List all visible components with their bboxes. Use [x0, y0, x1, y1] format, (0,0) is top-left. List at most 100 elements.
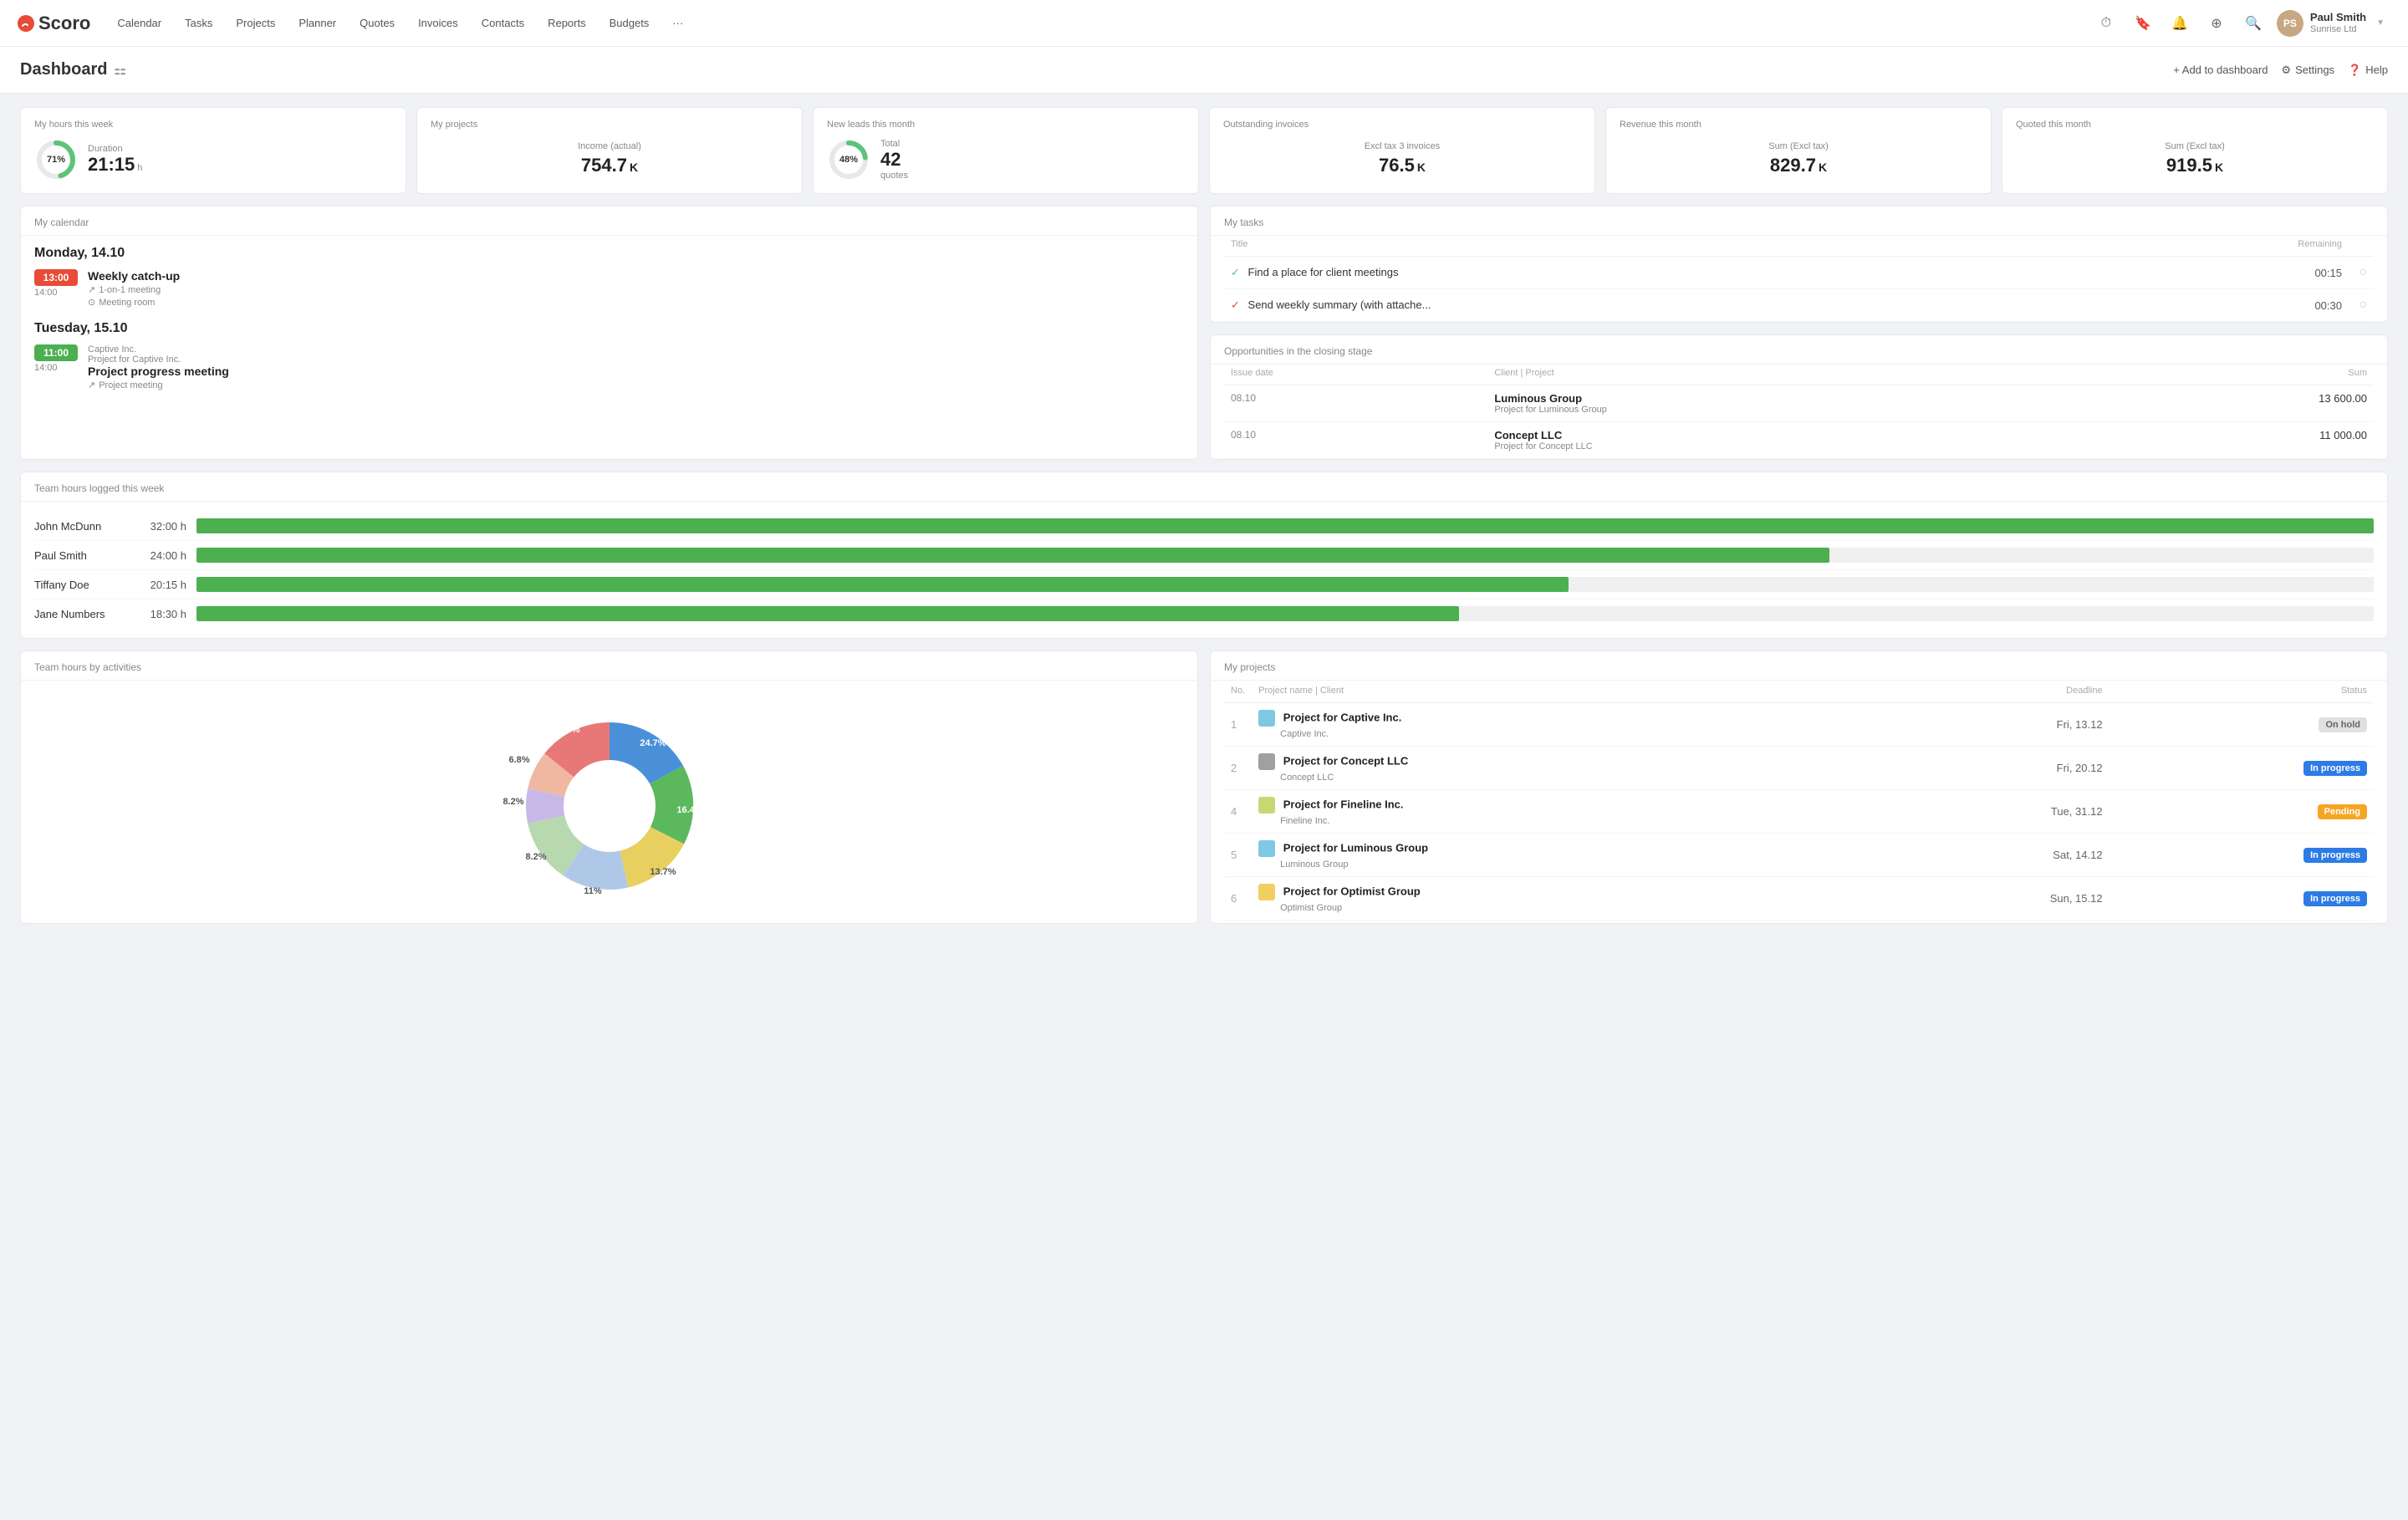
proj-deadline-2: Fri, 20.12 [1882, 747, 2110, 790]
projects-panel-title: My projects [1211, 651, 2387, 681]
revenue-value: 829.7 [1770, 155, 1816, 176]
table-row[interactable]: ✓ Send weekly summary (with attache... 0… [1224, 289, 2374, 322]
proj-status-1: On hold [2110, 703, 2374, 747]
event-time-end: 14:00 [34, 288, 78, 298]
hours-donut: 71% [34, 138, 78, 181]
stat-card-revenue-title: Revenue this month [1620, 120, 1977, 130]
activities-title: Team hours by activities [21, 651, 1197, 681]
team-bar-2 [196, 548, 1829, 563]
table-row[interactable]: 2 Project for Concept LLC Concept LLC Fr… [1224, 747, 2374, 790]
hours-unit: h [137, 163, 142, 173]
filter-icon[interactable]: ⚏ [114, 62, 125, 79]
team-name-2: Paul Smith [34, 549, 126, 562]
proj-num-5: 6 [1224, 877, 1252, 921]
team-name-1: John McDunn [34, 520, 126, 533]
team-hours-panel: Team hours logged this week John McDunn … [20, 472, 2388, 639]
tasks-col-title: Title [1224, 236, 2110, 257]
proj-num-2: 2 [1224, 747, 1252, 790]
table-row[interactable]: 4 Project for Fineline Inc. Fineline Inc… [1224, 790, 2374, 834]
notifications-icon[interactable]: 🔔 [2166, 10, 2193, 37]
circle-check-icon[interactable]: ○ [2359, 265, 2367, 279]
nav-projects[interactable]: Projects [226, 10, 285, 36]
revenue-label: Sum (Excl tax) [1620, 141, 1977, 151]
proj-deadline-3: Tue, 31.12 [1882, 790, 2110, 834]
proj-deadline-5: Sun, 15.12 [1882, 877, 2110, 921]
table-row[interactable]: 5 Project for Luminous Group Luminous Gr… [1224, 834, 2374, 877]
proj-col-name: Project name | Client [1252, 681, 1882, 703]
opp-sum-2: 11 000.00 [2082, 422, 2374, 459]
team-name-4: Jane Numbers [34, 608, 126, 620]
team-bar-wrap-4 [196, 606, 2374, 621]
table-row[interactable]: 1 Project for Captive Inc. Captive Inc. … [1224, 703, 2374, 747]
proj-status-2: In progress [2110, 747, 2374, 790]
hours-sub: Duration [88, 144, 142, 154]
add-icon[interactable]: ⊕ [2203, 10, 2230, 37]
user-info: Paul Smith Sunrise Ltd [2310, 11, 2366, 35]
user-menu[interactable]: PS Paul Smith Sunrise Ltd ▼ [2270, 7, 2391, 40]
avatar: PS [2277, 10, 2303, 37]
bottom-grid: Team hours by activities 24.7% 16.4% 13.… [20, 650, 2388, 924]
project-icon-5 [1258, 884, 1275, 900]
bookmark-icon[interactable]: 🔖 [2130, 10, 2156, 37]
help-button[interactable]: ❓ Help [2348, 64, 2388, 77]
project-icon-4 [1258, 840, 1275, 857]
calendar-tuesday: Tuesday, 15.10 11:00 14:00 Captive Inc. … [34, 321, 1184, 390]
stat-card-revenue: Revenue this month Sum (Excl tax) 829.7 … [1605, 107, 1992, 194]
nav-invoices[interactable]: Invoices [408, 10, 468, 36]
nav-tasks[interactable]: Tasks [175, 10, 222, 36]
event-info-progress: Captive Inc. Project for Captive Inc. Pr… [88, 344, 1184, 390]
opps-panel-title: Opportunities in the closing stage [1211, 335, 2387, 365]
main-content: My hours this week 71% Duration 21:15 h [0, 94, 2408, 937]
quoted-value: 919.5 [2166, 155, 2212, 176]
dashboard-header: Dashboard ⚏ + Add to dashboard ⚙ Setting… [0, 47, 2408, 94]
team-bar-3 [196, 577, 1569, 592]
project-icon-1 [1258, 710, 1275, 727]
nav-planner[interactable]: Planner [288, 10, 346, 36]
quoted-unit: K [2215, 161, 2223, 174]
task-action-1[interactable]: ○ [2349, 257, 2374, 289]
team-row-1: John McDunn 32:00 h [34, 512, 2374, 541]
proj-col-status: Status [2110, 681, 2374, 703]
nav-contacts[interactable]: Contacts [472, 10, 534, 36]
stat-card-leads-title: New leads this month [827, 120, 1185, 130]
svg-text:6.8%: 6.8% [508, 755, 529, 765]
team-hours-title: Team hours logged this week [21, 472, 2387, 502]
event-time-start: 13:00 [34, 269, 78, 286]
stat-card-projects: My projects Income (actual) 754.7 K [416, 107, 803, 194]
calendar-event-progress[interactable]: 11:00 14:00 Captive Inc. Project for Cap… [34, 344, 1184, 390]
event-title-progress: Project progress meeting [88, 365, 1184, 378]
task-action-2[interactable]: ○ [2349, 289, 2374, 322]
proj-num-4: 5 [1224, 834, 1252, 877]
team-hours-val-4: 18:30 h [136, 608, 186, 620]
nav-quotes[interactable]: Quotes [349, 10, 405, 36]
calendar-event-catchup[interactable]: 13:00 14:00 Weekly catch-up ↗1-on-1 meet… [34, 269, 1184, 308]
table-row[interactable]: 6 Project for Optimist Group Optimist Gr… [1224, 877, 2374, 921]
leads-donut: 48% [827, 138, 870, 181]
add-to-dashboard-button[interactable]: + Add to dashboard [2173, 64, 2268, 76]
timer-icon[interactable]: ⏱ [2093, 10, 2120, 37]
table-row[interactable]: 08.10 Luminous Group Project for Luminou… [1224, 385, 2374, 422]
proj-name-2: Project for Concept LLC Concept LLC [1252, 747, 1882, 790]
activities-panel: Team hours by activities 24.7% 16.4% 13.… [20, 650, 1198, 924]
opps-col-date: Issue date [1224, 365, 1487, 385]
table-row[interactable]: ✓ Find a place for client meetings 00:15… [1224, 257, 2374, 289]
user-name: Paul Smith [2310, 11, 2366, 24]
svg-text:16.4%: 16.4% [676, 805, 702, 815]
team-hours-val-3: 20:15 h [136, 579, 186, 591]
activities-svg: 24.7% 16.4% 13.7% 11% 8.2% [501, 697, 718, 915]
logo[interactable]: Scoro [17, 13, 90, 34]
search-icon[interactable]: 🔍 [2240, 10, 2267, 37]
invoices-unit: K [1417, 161, 1426, 174]
middle-grid: My calendar Monday, 14.10 13:00 14:00 We… [20, 206, 2388, 460]
table-row[interactable]: 08.10 Concept LLC Project for Concept LL… [1224, 422, 2374, 459]
nav-calendar[interactable]: Calendar [107, 10, 171, 36]
nav-more[interactable]: ··· [662, 10, 693, 36]
leads-sub: Total [880, 139, 908, 149]
project-icon-2 [1258, 753, 1275, 770]
team-row-3: Tiffany Doe 20:15 h [34, 570, 2374, 599]
nav-budgets[interactable]: Budgets [599, 10, 660, 36]
proj-deadline-1: Fri, 13.12 [1882, 703, 2110, 747]
settings-button[interactable]: ⚙ Settings [2281, 64, 2334, 77]
circle-check-icon-2[interactable]: ○ [2359, 298, 2367, 312]
nav-reports[interactable]: Reports [538, 10, 596, 36]
